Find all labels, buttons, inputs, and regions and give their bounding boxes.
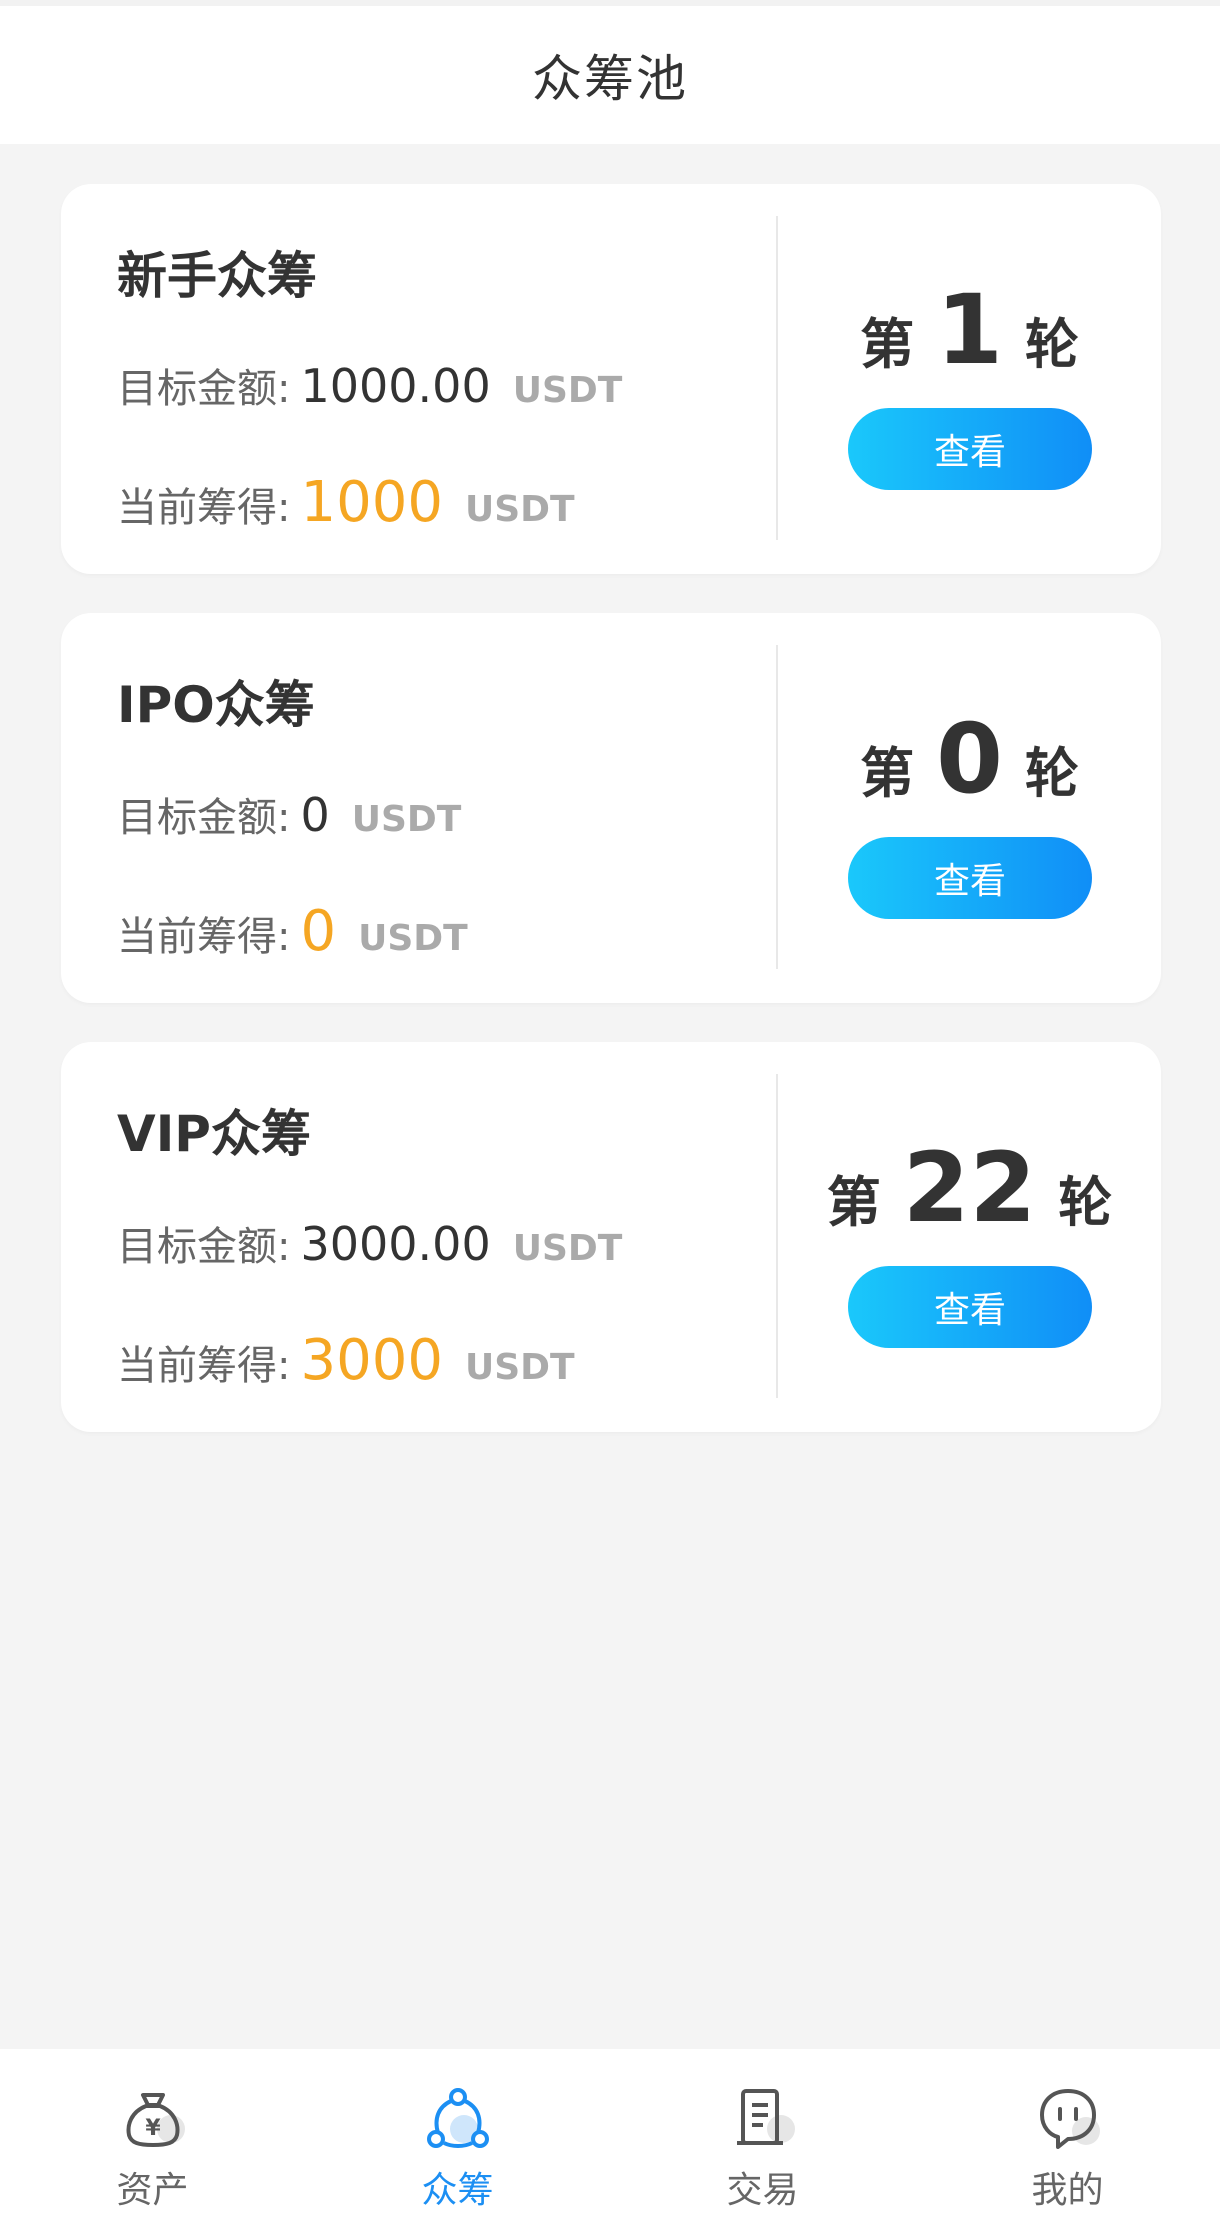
raised-amount-label: 当前筹得: [117,485,291,531]
pool-info: VIP众筹 目标金额: 3000.00 USDT 当前筹得: 3000 USDT [117,1042,757,1432]
target-amount-row: 目标金额: 3000.00 USDT [117,1214,622,1272]
pool-card-ipo: IPO众筹 目标金额: 0 USDT 当前筹得: 0 USDT 第 0 轮 查看 [61,613,1161,1003]
target-amount-label: 目标金额: [117,795,291,841]
raised-amount-value: 0 [300,899,337,964]
pool-card-newbie: 新手众筹 目标金额: 1000.00 USDT 当前筹得: 1000 USDT … [61,184,1161,574]
round-suffix: 轮 [1024,742,1079,805]
round-indicator: 第 0 轮 [778,703,1161,815]
target-amount-value: 1000.00 [300,359,491,413]
pool-title: IPO众筹 [117,676,315,734]
pool-title: VIP众筹 [117,1105,311,1163]
raised-amount-label: 当前筹得: [117,914,291,960]
tab-label: 交易 [726,2170,799,2211]
raised-amount-unit: USDT [465,489,575,530]
round-suffix: 轮 [1024,313,1079,376]
round-prefix: 第 [860,313,915,376]
raised-amount-row: 当前筹得: 3000 USDT [117,1328,575,1393]
pool-info: IPO众筹 目标金额: 0 USDT 当前筹得: 0 USDT [117,613,757,1003]
bottom-tab-bar: ¥ 资产 众筹 交易 我的 [0,2049,1220,2227]
round-suffix: 轮 [1058,1171,1113,1234]
raised-amount-value: 3000 [300,1328,443,1393]
view-button[interactable]: 查看 [848,1266,1092,1348]
pool-round-panel: 第 1 轮 查看 [778,184,1161,574]
tab-mine[interactable]: 我的 [915,2049,1220,2227]
tab-label: 众筹 [421,2170,494,2211]
target-amount-row: 目标金额: 1000.00 USDT [117,356,622,414]
pool-info: 新手众筹 目标金额: 1000.00 USDT 当前筹得: 1000 USDT [117,184,757,574]
pool-card-vip: VIP众筹 目标金额: 3000.00 USDT 当前筹得: 3000 USDT… [61,1042,1161,1432]
round-number: 1 [936,274,1003,386]
raised-amount-value: 1000 [300,470,443,535]
tab-trade[interactable]: 交易 [610,2049,915,2227]
raised-amount-unit: USDT [465,1347,575,1388]
raised-amount-label: 当前筹得: [117,1343,291,1389]
target-amount-label: 目标金额: [117,1224,291,1270]
round-number: 22 [902,1132,1037,1244]
tab-label: 资产 [116,2170,189,2211]
target-amount-unit: USDT [512,370,623,411]
user-face-icon [1039,2089,1100,2149]
raised-amount-row: 当前筹得: 1000 USDT [117,470,575,535]
target-amount-value: 3000.00 [300,1217,491,1271]
crowdfund-nodes-icon [426,2088,489,2148]
pool-round-panel: 第 22 轮 查看 [778,1042,1161,1432]
target-amount-unit: USDT [351,799,462,840]
money-bag-icon: ¥ [126,2093,185,2147]
page-title: 众筹池 [532,50,688,108]
round-prefix: 第 [826,1171,881,1234]
target-amount-value: 0 [300,788,330,842]
svg-text:¥: ¥ [145,2116,161,2141]
document-icon [736,2089,795,2145]
tab-crowdfunding[interactable]: 众筹 [305,2049,610,2227]
tab-label: 我的 [1031,2170,1104,2211]
round-indicator: 第 1 轮 [778,274,1161,386]
raised-amount-unit: USDT [358,918,468,959]
round-number: 0 [936,703,1003,815]
target-amount-label: 目标金额: [117,366,291,412]
target-amount-unit: USDT [512,1228,623,1269]
pool-round-panel: 第 0 轮 查看 [778,613,1161,1003]
view-button[interactable]: 查看 [848,408,1092,490]
tab-assets[interactable]: ¥ 资产 [0,2049,305,2227]
round-indicator: 第 22 轮 [778,1132,1161,1244]
page-header: 众筹池 [0,0,1220,144]
view-button[interactable]: 查看 [848,837,1092,919]
round-prefix: 第 [860,742,915,805]
target-amount-row: 目标金额: 0 USDT [117,785,461,843]
pool-title: 新手众筹 [117,247,317,305]
raised-amount-row: 当前筹得: 0 USDT [117,899,468,964]
